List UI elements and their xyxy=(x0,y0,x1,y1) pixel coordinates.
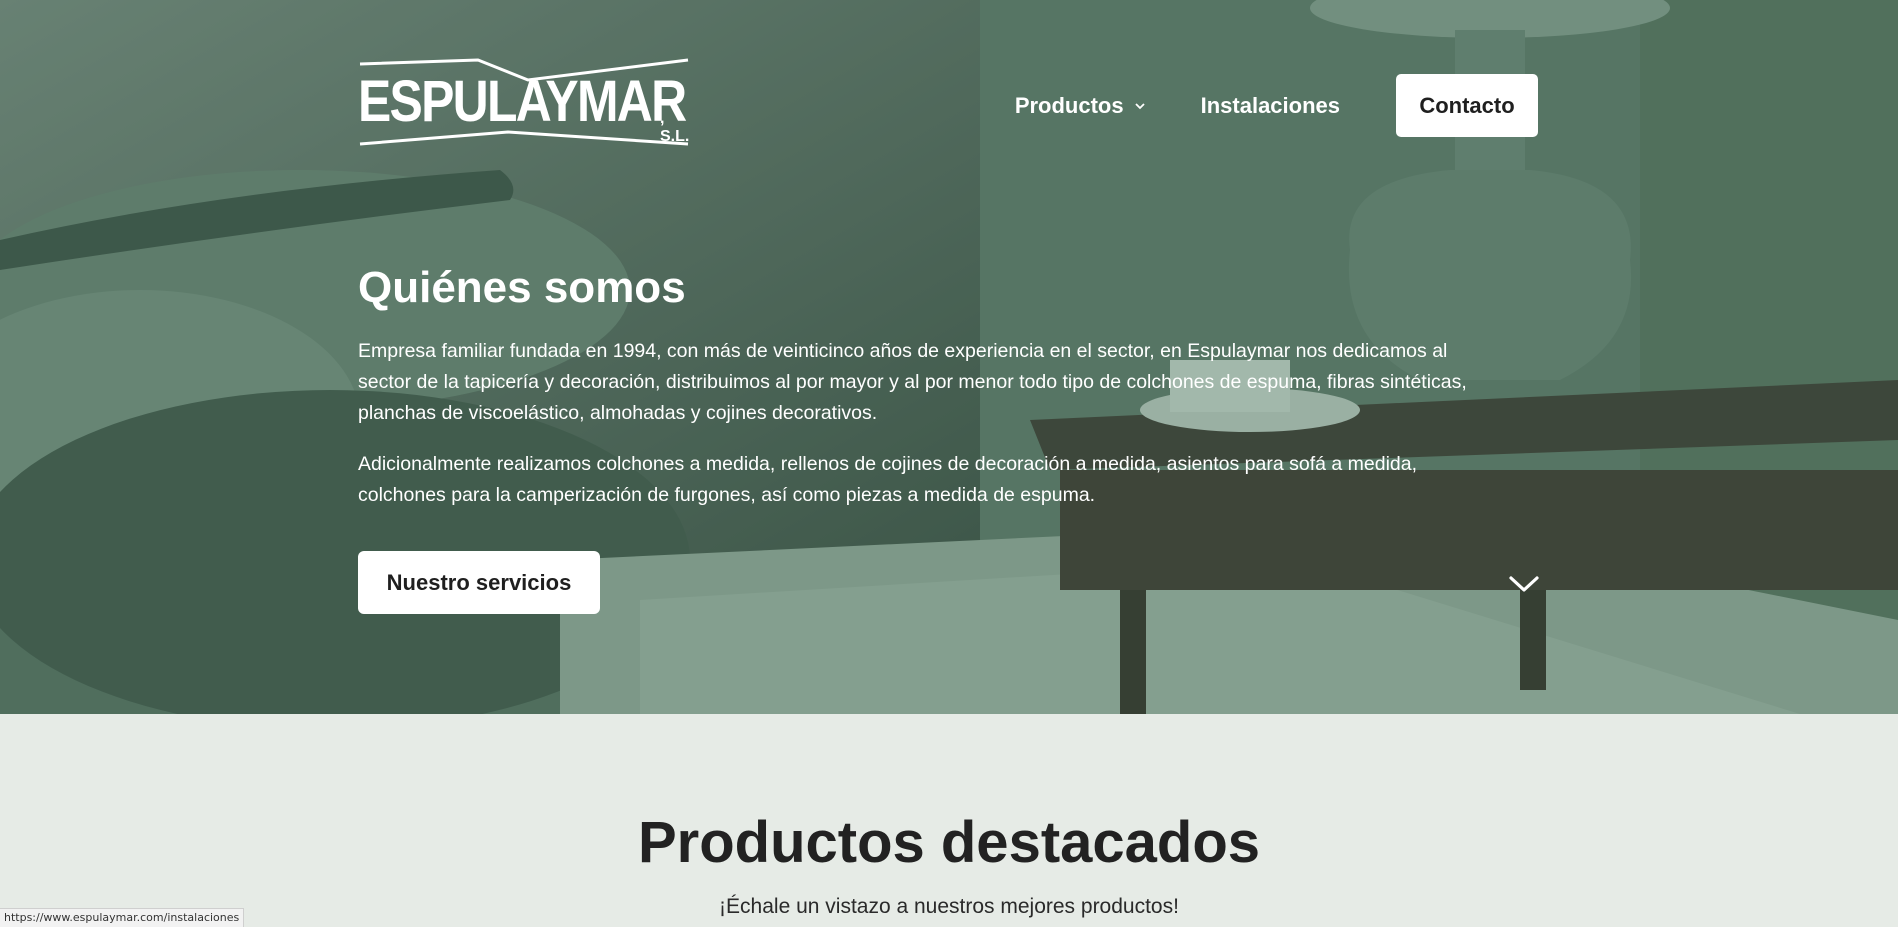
featured-products-title: Productos destacados xyxy=(637,810,1261,875)
contact-button[interactable]: Contacto xyxy=(1396,74,1538,137)
nav-item-label: Productos xyxy=(1014,92,1124,118)
services-button[interactable]: Nuestro servicios xyxy=(358,551,600,614)
page: ESPULAYMAR , S.L. Productos Instalacione… xyxy=(0,0,1898,927)
status-bar-url: https://www.espulaymar.com/instalaciones xyxy=(0,908,245,927)
hero-paragraph-2: Adicionalmente realizamos colchones a me… xyxy=(358,453,1418,506)
site-logo[interactable]: ESPULAYMAR , S.L. xyxy=(358,58,690,146)
logo-suffix: , S.L. xyxy=(660,110,690,145)
nav-item-instalaciones[interactable]: Instalaciones xyxy=(1201,93,1340,119)
nav-item-label: Instalaciones xyxy=(1200,92,1340,118)
chevron-down-icon xyxy=(1134,102,1145,109)
hero-section: ESPULAYMAR , S.L. Productos Instalacione… xyxy=(0,0,1898,714)
chevron-down-icon[interactable] xyxy=(1508,572,1540,596)
hero-paragraph-1: Empresa familiar fundada en 1994, con má… xyxy=(358,340,1467,424)
hero-content: Quiénes somos Empresa familiar fundada e… xyxy=(358,258,1498,531)
main-nav: Productos Instalaciones Contacto xyxy=(1015,74,1538,137)
nav-item-productos[interactable]: Productos xyxy=(1015,93,1146,119)
featured-products-subtitle: ¡Échale un vistazo a nuestros mejores pr… xyxy=(719,895,1179,918)
hero-title: Quiénes somos xyxy=(358,263,686,312)
logo-wordmark: ESPULAYMAR xyxy=(358,69,687,134)
